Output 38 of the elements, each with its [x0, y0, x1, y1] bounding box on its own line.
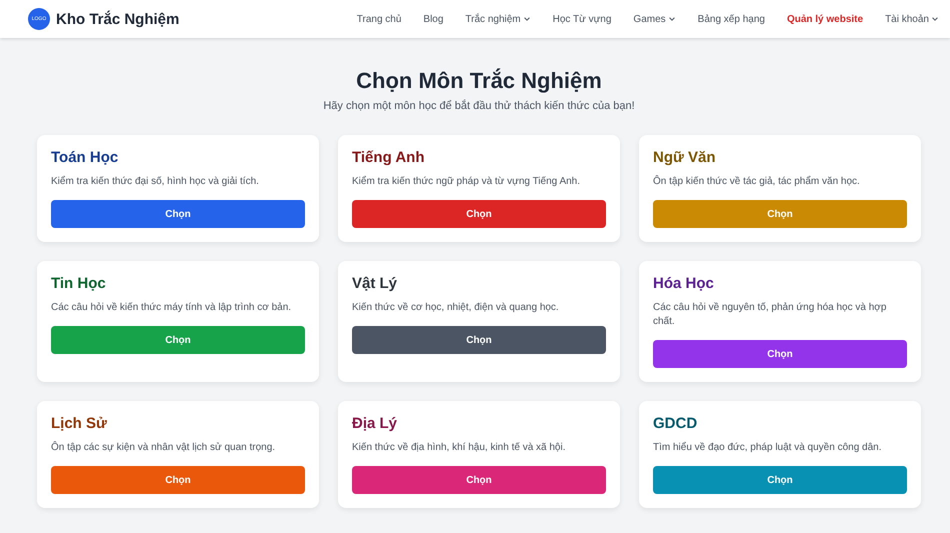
choose-button[interactable]: Chọn — [352, 466, 606, 494]
subject-description: Kiến thức về địa hình, khí hậu, kinh tế và xã hội. — [352, 441, 566, 455]
subject-title: Hóa Học — [653, 275, 715, 292]
subject-title: Tin Học — [51, 275, 107, 292]
subject-description: Kiểm tra kiến thức ngữ pháp và từ vựng Tiếng Anh. — [352, 175, 582, 189]
subject-title: Tiếng Anh — [352, 149, 426, 166]
subject-title: GDCD — [653, 415, 698, 432]
choose-button[interactable]: Chọn — [653, 466, 907, 494]
site-name[interactable]: Kho Trắc Nghiệm — [56, 10, 180, 28]
subject-description: Các câu hỏi về nguyên tố, phản ứng hóa học và hợp chất. — [653, 301, 888, 329]
subject-description: Ôn tập các sự kiện và nhân vật lịch sử quan trọng. — [51, 441, 276, 455]
page-heading: Chọn Môn Trắc Nghiệm — [355, 68, 603, 94]
subject-description: Kiểm tra kiến thức đại số, hình học và giải tích. — [51, 175, 260, 189]
subject-description: Ôn tập kiến thức về tác giả, tác phẩm văn học. — [653, 175, 861, 189]
choose-button[interactable]: Chọn — [653, 340, 907, 368]
subject-title: Lịch Sử — [51, 415, 108, 432]
subject-title: Ngữ Văn — [653, 149, 717, 166]
subject-title: Toán Học — [51, 149, 120, 166]
subject-description: Tìm hiểu về đạo đức, pháp luật và quyền công dân. — [653, 441, 883, 455]
page-subheading: Hãy chọn một môn học để bắt đầu thử thách kiến thức của bạn! — [322, 100, 636, 112]
nav-link[interactable]: Bảng xếp hạng — [686, 14, 776, 24]
subject-description: Các câu hỏi về kiến thức máy tính và lập trình cơ bản. — [51, 301, 292, 315]
nav-link[interactable]: Trắc nghiệm — [454, 14, 542, 24]
nav-link[interactable]: Trang chủ — [346, 14, 412, 24]
subject-title: Vật Lý — [352, 275, 398, 292]
subject-description: Kiến thức về cơ học, nhiệt, điện và quang học. — [352, 301, 560, 315]
nav-link[interactable]: Games — [622, 14, 687, 24]
choose-button[interactable]: Chọn — [352, 326, 606, 354]
nav-link[interactable]: Blog — [412, 14, 454, 24]
choose-button[interactable]: Chọn — [51, 466, 305, 494]
choose-button[interactable]: Chọn — [653, 200, 907, 228]
nav-link[interactable]: Tài khoản — [874, 14, 950, 24]
choose-button[interactable]: Chọn — [352, 200, 606, 228]
choose-button[interactable]: Chọn — [51, 200, 305, 228]
choose-button[interactable]: Chọn — [51, 326, 305, 354]
nav-link[interactable]: Học Từ vựng — [542, 14, 622, 24]
nav-link[interactable]: Quản lý website — [776, 14, 874, 24]
subject-title: Địa Lý — [352, 415, 398, 432]
